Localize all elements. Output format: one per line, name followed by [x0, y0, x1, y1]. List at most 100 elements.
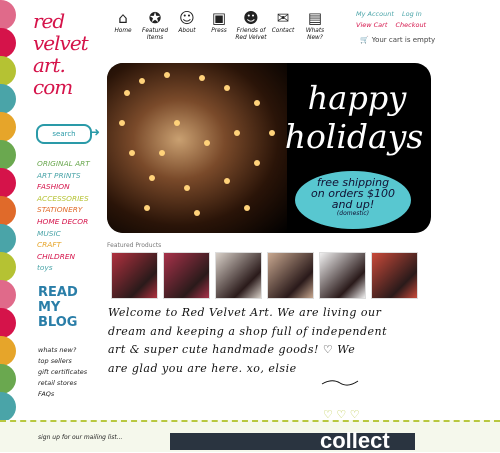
girl-icon: ☺	[179, 9, 195, 27]
checkout-link[interactable]: Checkout	[395, 21, 426, 29]
blog-line: READ	[38, 285, 78, 300]
scalloped-border	[0, 0, 22, 450]
category-list: ORIGINAL ART ART PRINTS FASHION ACCESSORIES…	[37, 158, 107, 274]
nav-label: Whats New?	[305, 28, 325, 41]
category-link[interactable]: HOME DECOR	[37, 216, 107, 228]
cart-status[interactable]: 🛒 Your cart is empty	[360, 36, 435, 44]
light-bulb	[224, 178, 230, 184]
scallop-shape	[0, 280, 16, 310]
search-input[interactable]: search	[36, 124, 92, 144]
logo-line: velvet	[33, 31, 89, 55]
nav-label: Featured Items	[141, 28, 169, 41]
signature-swirl-icon	[321, 380, 359, 386]
scallop-shape	[0, 140, 16, 170]
free-shipping-badge: free shipping on orders $100 and up! (do…	[295, 171, 411, 229]
product-thumbnail[interactable]	[319, 252, 366, 299]
category-link[interactable]: CRAFT	[37, 239, 107, 251]
logo-line: com	[33, 75, 73, 99]
category-link[interactable]: MUSIC	[37, 228, 107, 240]
nav-label: Press	[211, 28, 227, 34]
scallop-shape	[0, 364, 16, 394]
light-bulb	[254, 100, 260, 106]
holiday-banner[interactable]: happy holidays free shipping on orders $…	[107, 63, 431, 233]
light-bulb	[234, 130, 240, 136]
search-go-arrow-icon[interactable]: ➜	[90, 125, 100, 139]
category-link[interactable]: ART PRINTS	[37, 170, 107, 182]
ship-note: (domestic)	[336, 210, 370, 217]
featured-products-label: Featured Products	[107, 242, 162, 249]
product-thumbnail[interactable]	[371, 252, 418, 299]
friend-icon: ☻	[243, 9, 259, 27]
side-link[interactable]: whats new?	[38, 345, 87, 356]
light-bulb	[204, 140, 210, 146]
view-cart-link[interactable]: View Cart	[356, 21, 387, 29]
mailing-list-link[interactable]: sign up for our mailing list...	[38, 434, 122, 441]
ribbon-icon: ✪	[148, 9, 162, 27]
light-bulb	[244, 205, 250, 211]
nav-item[interactable]: ▤ Whats New?	[299, 8, 331, 41]
light-bulb	[194, 210, 200, 216]
category-link[interactable]: ORIGINAL ART	[37, 158, 107, 170]
nav-item[interactable]: ☺ About	[171, 8, 203, 35]
category-link[interactable]: CHILDREN	[37, 251, 107, 263]
product-thumbnail[interactable]	[215, 252, 262, 299]
search-label: search	[52, 130, 76, 138]
side-link[interactable]: FAQs	[38, 389, 87, 400]
ship-line: and up!	[331, 198, 375, 211]
light-bulb	[129, 150, 135, 156]
light-bulb	[184, 185, 190, 191]
product-thumbnail[interactable]	[163, 252, 210, 299]
light-bulb	[174, 120, 180, 126]
nav-item[interactable]: ✪ Featured Items	[139, 8, 171, 41]
scallop-shape	[0, 168, 16, 198]
nav-item[interactable]: ✉ Contact	[267, 8, 299, 35]
light-bulb	[224, 85, 230, 91]
category-link[interactable]: ACCESSORIES	[37, 193, 107, 205]
product-thumbnail[interactable]	[267, 252, 314, 299]
banner-holidays: holidays	[284, 117, 424, 156]
welcome-line: Welcome to Red Velvet Art. We are living…	[108, 306, 382, 319]
category-link[interactable]: toys	[37, 262, 107, 274]
my-account-link[interactable]: My Account	[356, 10, 394, 18]
nav-label: Friends of Red Velvet	[235, 28, 267, 41]
light-bulb	[144, 205, 150, 211]
site-logo[interactable]: red velvet art. com	[33, 10, 95, 98]
scallop-shape	[0, 56, 16, 86]
banner-happy: happy	[307, 79, 407, 117]
product-thumbnail[interactable]	[111, 252, 158, 299]
nav-item[interactable]: ⌂ Home	[107, 8, 139, 35]
welcome-message: Welcome to Red Velvet Art. We are living…	[108, 304, 428, 378]
scallop-shape	[0, 112, 16, 142]
cart-icon: 🛒	[360, 36, 369, 44]
account-links: My Account Log In View Cart Checkout	[356, 10, 476, 29]
category-link[interactable]: FASHION	[37, 181, 107, 193]
nav-label: Home	[114, 28, 132, 34]
log-in-link[interactable]: Log In	[402, 10, 422, 18]
welcome-line: art & super cute handmade goods! ♡ We	[108, 343, 356, 357]
light-bulb	[139, 78, 145, 84]
nav-label: Contact	[271, 28, 295, 34]
category-link[interactable]: STATIONERY	[37, 204, 107, 216]
blog-line: BLOG	[38, 315, 78, 330]
scallop-shape	[0, 252, 16, 282]
camera-icon: ▤	[307, 9, 323, 27]
light-bulb	[254, 160, 260, 166]
collect-heading: collect	[320, 428, 390, 453]
tv-icon: ▣	[211, 9, 227, 27]
light-bulb	[124, 90, 130, 96]
side-link[interactable]: gift certificates	[38, 367, 87, 378]
nav-item[interactable]: ☻ Friends of Red Velvet	[235, 8, 267, 41]
light-bulb	[159, 150, 165, 156]
scallop-shape	[0, 28, 16, 58]
read-my-blog-link[interactable]: READ MY BLOG	[38, 285, 78, 330]
scallop-shape	[0, 196, 16, 226]
nav-item[interactable]: ▣ Press	[203, 8, 235, 35]
top-nav: ⌂ Home ✪ Featured Items ☺ About ▣ Press ☻ Friends…	[107, 8, 332, 50]
light-bulb	[269, 130, 275, 136]
side-link[interactable]: retail stores	[38, 378, 87, 389]
house-icon: ⌂	[118, 9, 128, 27]
logo-line: red	[33, 9, 65, 33]
blog-line: MY	[38, 300, 61, 315]
side-link[interactable]: top sellers	[38, 356, 87, 367]
scallop-shape	[0, 224, 16, 254]
